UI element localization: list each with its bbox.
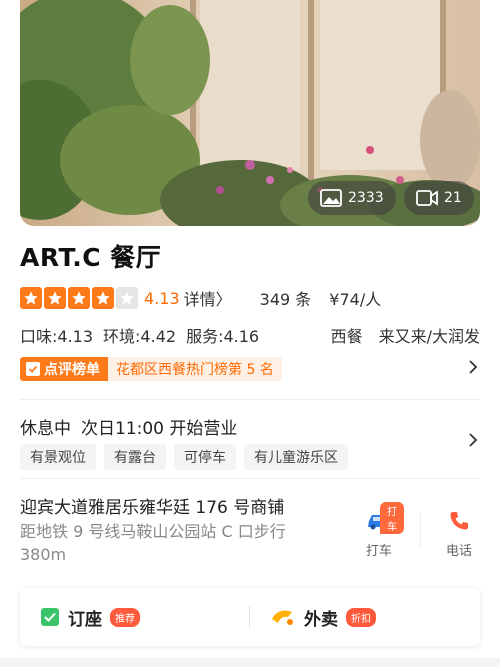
hours-status: 休息中 [20, 419, 71, 439]
phone-button[interactable]: 电话 [434, 506, 484, 559]
chevron-right-icon[interactable] [468, 432, 478, 448]
star-icon [92, 287, 114, 309]
business-hours[interactable]: 休息中 次日11:00 开始营业 [20, 414, 237, 439]
video-icon [416, 190, 438, 206]
star-icon [20, 287, 42, 309]
action-card: 订座 推荐 外卖 折扣 [20, 588, 480, 646]
photo-count-badge[interactable]: 2333 [308, 181, 396, 215]
recommend-pill: 推荐 [110, 607, 140, 627]
taxi-label: 打车 [365, 544, 392, 559]
divider [20, 478, 480, 479]
video-count-badge[interactable]: 21 [404, 181, 474, 215]
facility-tag: 有露台 [104, 444, 166, 470]
card-separator [249, 606, 250, 628]
book-seat-button[interactable]: 订座 推荐 [40, 605, 140, 630]
facility-tag: 可停车 [174, 444, 236, 470]
facility-tag: 有儿童游乐区 [244, 444, 348, 470]
taxi-button[interactable]: 打车 打车 [354, 502, 404, 559]
rank-badge: 点评榜单 花都区西餐热门榜第 5 名 [20, 357, 282, 381]
shop-name: ART.C 餐厅 [20, 243, 162, 272]
category: 西餐 [330, 327, 363, 346]
review-count[interactable]: 349 条 [260, 286, 312, 310]
divider [20, 399, 480, 400]
photo-count: 2333 [348, 190, 384, 206]
rating-score: 4.13 [144, 288, 180, 308]
taste-score: 口味:4.13 [20, 327, 94, 346]
area: 来又来/大润发 [378, 327, 480, 346]
discount-pill: 折扣 [346, 607, 376, 627]
action-separator [420, 512, 421, 548]
rank-badge-label: 点评榜单 [44, 362, 100, 378]
takeout-button[interactable]: 外卖 折扣 [270, 605, 376, 630]
book-label: 订座 [68, 609, 102, 630]
rating-row[interactable]: 4.13 详情〉 349 条 ¥74/人 [20, 286, 381, 310]
rank-row[interactable]: 点评榜单 花都区西餐热门榜第 5 名 [20, 356, 480, 382]
video-count: 21 [444, 190, 462, 206]
address-distance: 距地铁 9 号线马鞍山公园站 C 口步行 380m [20, 522, 286, 564]
facility-tags: 有景观位 有露台 可停车 有儿童游乐区 [20, 444, 348, 470]
takeout-label: 外卖 [304, 609, 338, 630]
check-square-icon [41, 608, 59, 626]
address-line[interactable]: 迎宾大道雅居乐雍华廷 176 号商铺 [20, 493, 320, 518]
image-icon [320, 189, 342, 207]
price-per-person: ¥74/人 [329, 290, 382, 309]
taxi-tag: 打车 [380, 502, 404, 534]
detail-link[interactable]: 详情〉 [184, 286, 232, 310]
facility-tag: 有景观位 [20, 444, 96, 470]
phone-icon [450, 512, 468, 530]
environment-score: 环境:4.42 [103, 327, 177, 346]
rank-text: 花都区西餐热门榜第 5 名 [108, 357, 282, 381]
star-empty-icon [116, 287, 138, 309]
chevron-right-icon [469, 360, 478, 374]
star-icon [44, 287, 66, 309]
star-rating [20, 287, 138, 309]
footer-strip [0, 658, 500, 667]
phone-label: 电话 [445, 544, 472, 559]
hero-photo[interactable]: 2333 21 [20, 0, 480, 226]
sub-scores-row: 口味:4.13 环境:4.42 服务:4.16 西餐 来又来/大润发 [20, 323, 480, 347]
hours-next: 次日11:00 开始营业 [81, 419, 238, 439]
check-icon [26, 362, 40, 376]
delivery-icon [272, 610, 293, 625]
star-icon [68, 287, 90, 309]
service-score: 服务:4.16 [186, 327, 260, 346]
